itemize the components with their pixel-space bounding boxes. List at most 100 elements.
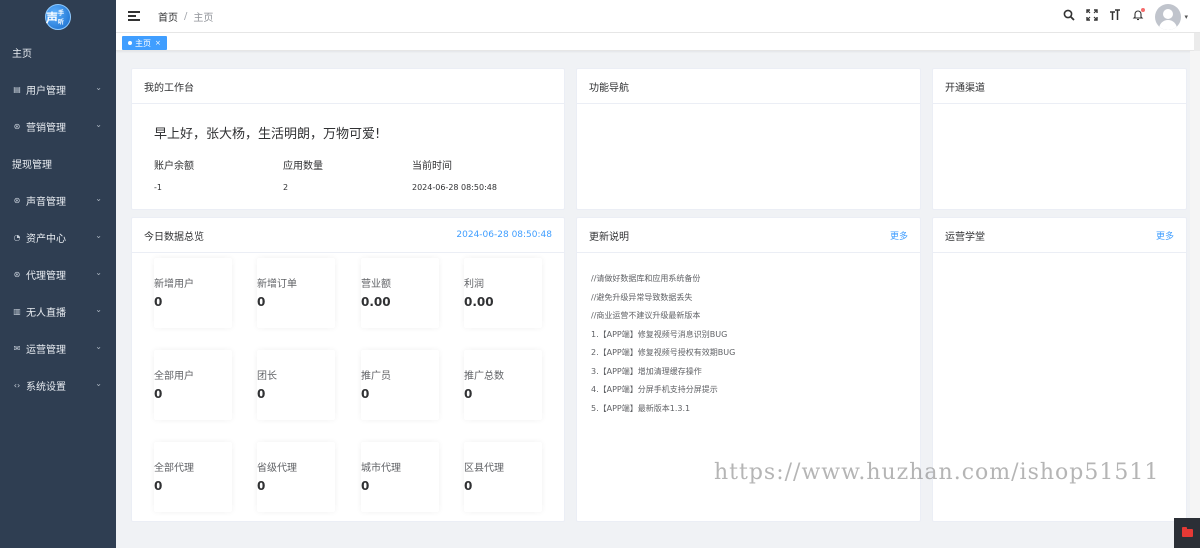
stat-label: 省级代理: [257, 463, 297, 474]
sidebar-item-label: 资产中心: [26, 234, 66, 245]
stat-value: 0: [257, 479, 266, 493]
bell-icon[interactable]: [1127, 8, 1149, 24]
app-logo[interactable]: 声手听: [45, 4, 71, 30]
stat-label: 全部用户: [154, 371, 194, 382]
sidebar-item-label: 无人直播: [26, 308, 66, 319]
notification-dot: [1141, 8, 1146, 12]
stat-label: 团长: [257, 371, 277, 382]
stat-all-users: 全部用户 0: [154, 350, 232, 420]
sidebar-item-home[interactable]: 主页: [0, 34, 116, 71]
stat-value: 0: [154, 479, 163, 493]
assets-icon: ◔: [13, 233, 21, 242]
live-icon: ▥: [13, 307, 21, 316]
sidebar-item-label: 用户管理: [26, 86, 66, 97]
sidebar-item-settings[interactable]: ‹› 系统设置 ⌄: [0, 367, 116, 404]
stat-value: 0: [361, 479, 370, 493]
today-card-header: 今日数据总览 2024-06-28 08:50:48: [132, 218, 564, 253]
chevron-down-icon[interactable]: ▾: [1184, 13, 1188, 21]
sidebar-item-assets[interactable]: ◔ 资产中心 ⌄: [0, 219, 116, 256]
sidebar-item-label: 代理管理: [26, 271, 66, 282]
today-overview-card: 今日数据总览 2024-06-28 08:50:48 新增用户 0 新增订单 0…: [131, 217, 565, 522]
update-notes-list: //请做好数据库和应用系统备份 //避免升级异常导致数据丢失 //商业运营不建议…: [591, 270, 735, 418]
watermark-text: https://www.huzhan.com/ishop51511: [714, 460, 1160, 485]
marketing-icon: ⊛: [13, 122, 21, 131]
floating-folder-button[interactable]: [1174, 518, 1200, 548]
chevron-down-icon: ⌄: [95, 268, 102, 277]
list-item: //请做好数据库和应用系统备份: [591, 274, 701, 283]
tab-label: 主页: [135, 38, 151, 48]
sidebar-item-operations[interactable]: ✉ 运营管理 ⌄: [0, 330, 116, 367]
tags-scrollbar[interactable]: [1194, 33, 1200, 51]
agent-icon: ⊛: [13, 270, 21, 279]
stat-label: 营业额: [361, 279, 391, 290]
app-count-value: 2: [283, 183, 289, 192]
stat-value: 0.00: [361, 295, 391, 309]
chevron-down-icon: ⌄: [95, 83, 102, 92]
balance-label: 账户余额: [154, 161, 194, 172]
balance-value: -1: [154, 183, 162, 192]
sidebar-item-marketing[interactable]: ⊛ 营销管理 ⌄: [0, 108, 116, 145]
card-title: 更新说明: [589, 231, 629, 243]
stat-new-users: 新增用户 0: [154, 258, 232, 328]
stat-value: 0: [154, 295, 163, 309]
stat-label: 区县代理: [464, 463, 504, 474]
today-time: 2024-06-28 08:50:48: [456, 230, 552, 240]
list-item: 1.【APP端】修复视频号消息识别BUG: [591, 329, 728, 339]
hamburger-menu-icon[interactable]: [128, 11, 140, 21]
stat-label: 新增订单: [257, 279, 297, 290]
chevron-down-icon: ⌄: [95, 305, 102, 314]
updates-card-header: 更新说明 更多: [577, 218, 920, 253]
close-icon[interactable]: ×: [155, 39, 161, 47]
card-title: 我的工作台: [144, 82, 194, 94]
sidebar-item-label: 提现管理: [12, 160, 52, 171]
chevron-down-icon: ⌄: [95, 379, 102, 388]
app-count-label: 应用数量: [283, 161, 323, 172]
sidebar-item-label: 声音管理: [26, 197, 66, 208]
channel-card: 开通渠道: [932, 68, 1187, 210]
active-dot-icon: [128, 41, 132, 45]
sidebar-item-withdraw[interactable]: 提现管理: [0, 145, 116, 182]
top-header: 首页 / 主页 ▾: [116, 0, 1200, 33]
breadcrumb-home[interactable]: 首页: [158, 9, 178, 24]
header-tools: ▾: [1057, 0, 1188, 33]
mail-icon: ✉: [13, 344, 21, 353]
font-size-icon[interactable]: [1104, 9, 1126, 24]
tab-home[interactable]: 主页 ×: [122, 36, 167, 50]
stat-value: 0: [464, 387, 473, 401]
sidebar-item-sound[interactable]: ⊛ 声音管理 ⌄: [0, 182, 116, 219]
stat-revenue: 营业额 0.00: [361, 258, 439, 328]
card-title: 开通渠道: [945, 82, 985, 94]
sidebar-item-agents[interactable]: ⊛ 代理管理 ⌄: [0, 256, 116, 293]
search-icon[interactable]: [1058, 9, 1080, 24]
sidebar-item-live[interactable]: ▥ 无人直播 ⌄: [0, 293, 116, 330]
breadcrumb-separator: /: [184, 10, 188, 22]
stat-label: 城市代理: [361, 463, 401, 474]
avatar[interactable]: [1155, 3, 1182, 30]
chevron-down-icon: ⌄: [95, 194, 102, 203]
workbench-card: 我的工作台 早上好，张大杨，生活明朗，万物可爱! 账户余额 应用数量 当前时间 …: [131, 68, 565, 210]
sidebar-menu: 主页 ▤ 用户管理 ⌄ ⊛ 营销管理 ⌄ 提现管理 ⊛ 声音管理 ⌄ ◔ 资产中…: [0, 34, 116, 404]
sidebar: 声手听 主页 ▤ 用户管理 ⌄ ⊛ 营销管理 ⌄ 提现管理 ⊛ 声音管理 ⌄ ◔…: [0, 0, 116, 548]
stat-value: 0: [464, 479, 473, 493]
nav-card-header: 功能导航: [577, 69, 920, 104]
sidebar-item-label: 运营管理: [26, 345, 66, 356]
card-title: 今日数据总览: [144, 231, 204, 243]
fullscreen-icon[interactable]: [1081, 9, 1103, 24]
stat-label: 全部代理: [154, 463, 194, 474]
current-time-value: 2024-06-28 08:50:48: [412, 183, 497, 192]
logo-area: 声手听: [0, 0, 116, 34]
ops-school-more-link[interactable]: 更多: [1156, 229, 1174, 242]
sidebar-item-users[interactable]: ▤ 用户管理 ⌄: [0, 71, 116, 108]
nav-card: 功能导航: [576, 68, 921, 210]
list-item: //避免升级异常导致数据丢失: [591, 292, 693, 302]
stat-profit: 利润 0.00: [464, 258, 542, 328]
channel-card-header: 开通渠道: [933, 69, 1186, 104]
stat-value: 0: [257, 387, 266, 401]
updates-more-link[interactable]: 更多: [890, 229, 908, 242]
list-item: 3.【APP端】增加清理缓存操作: [591, 366, 702, 376]
chevron-down-icon: ⌄: [95, 231, 102, 240]
page-scrollbar[interactable]: [1190, 51, 1200, 548]
stat-all-agents: 全部代理 0: [154, 442, 232, 512]
ops-school-card-header: 运营学堂 更多: [933, 218, 1186, 253]
stat-label: 利润: [464, 279, 484, 290]
